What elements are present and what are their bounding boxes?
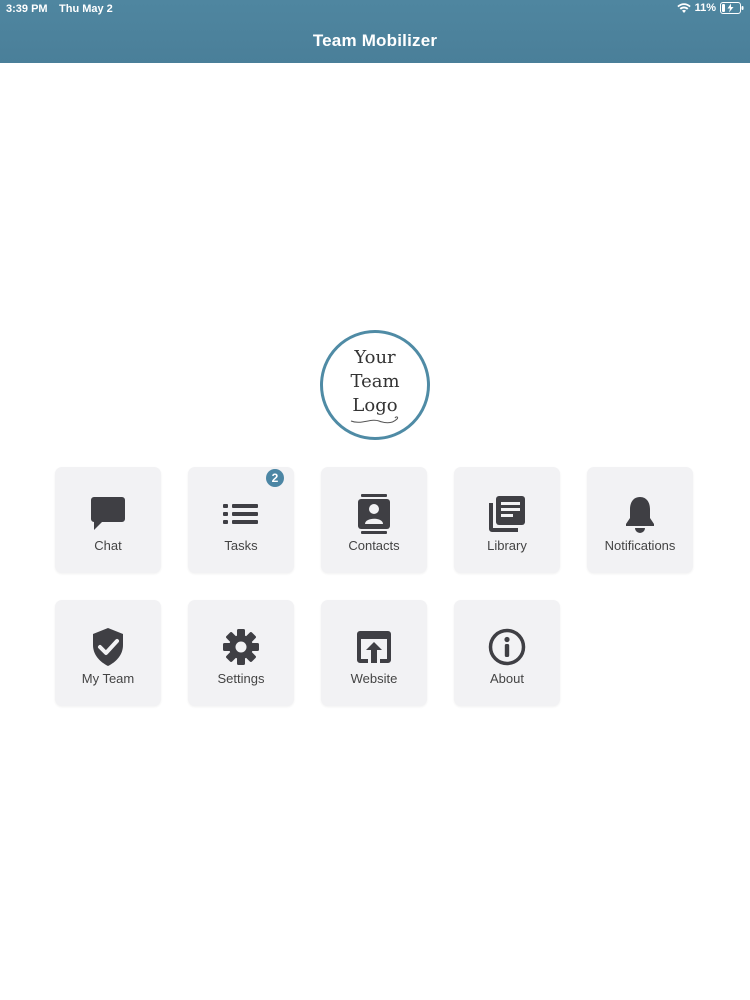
tile-contacts[interactable]: Contacts xyxy=(321,467,427,573)
team-logo: Your Team Logo xyxy=(320,330,430,440)
tile-about[interactable]: About xyxy=(454,600,560,706)
tile-notifications[interactable]: Notifications xyxy=(587,467,693,573)
tile-label: Website xyxy=(350,671,398,686)
info-icon xyxy=(488,628,526,666)
tile-label: Chat xyxy=(94,538,122,553)
status-indicators: 11% xyxy=(676,2,744,14)
tile-tasks[interactable]: 2 Tasks xyxy=(188,467,294,573)
contacts-icon xyxy=(358,494,390,534)
logo-line-3: Logo xyxy=(352,395,398,416)
logo-line-2: Team xyxy=(350,371,400,392)
tile-library[interactable]: Library xyxy=(454,467,560,573)
battery-percent: 11% xyxy=(694,2,716,14)
status-date: Thu May 2 xyxy=(59,3,113,15)
gear-icon xyxy=(223,629,259,665)
tile-label: Contacts xyxy=(348,538,400,553)
tile-label: Tasks xyxy=(224,538,258,553)
list-icon xyxy=(223,504,258,524)
external-link-icon xyxy=(357,631,391,663)
battery-charging-icon xyxy=(720,2,744,14)
tile-label: About xyxy=(490,671,524,686)
page-title: Team Mobilizer xyxy=(312,31,438,50)
library-icon xyxy=(489,496,525,532)
tile-label: Settings xyxy=(217,671,265,686)
tile-website[interactable]: Website xyxy=(321,600,427,706)
shield-check-icon xyxy=(93,628,123,666)
tasks-badge: 2 xyxy=(266,469,284,487)
tile-chat[interactable]: Chat xyxy=(55,467,161,573)
bell-icon xyxy=(626,497,654,533)
tile-label: My Team xyxy=(81,671,135,686)
status-time: 3:39 PM xyxy=(6,3,48,15)
tile-label: Library xyxy=(487,538,527,553)
swirl-ornament-icon xyxy=(350,416,399,424)
tile-my-team[interactable]: My Team xyxy=(55,600,161,706)
tile-label: Notifications xyxy=(604,538,676,553)
tile-settings[interactable]: Settings xyxy=(188,600,294,706)
logo-line-1: Your xyxy=(354,347,396,368)
wifi-icon xyxy=(676,2,691,13)
chat-icon xyxy=(91,497,125,530)
app-header: 3:39 PM Thu May 2 11% Team Mobilizer xyxy=(0,0,750,63)
